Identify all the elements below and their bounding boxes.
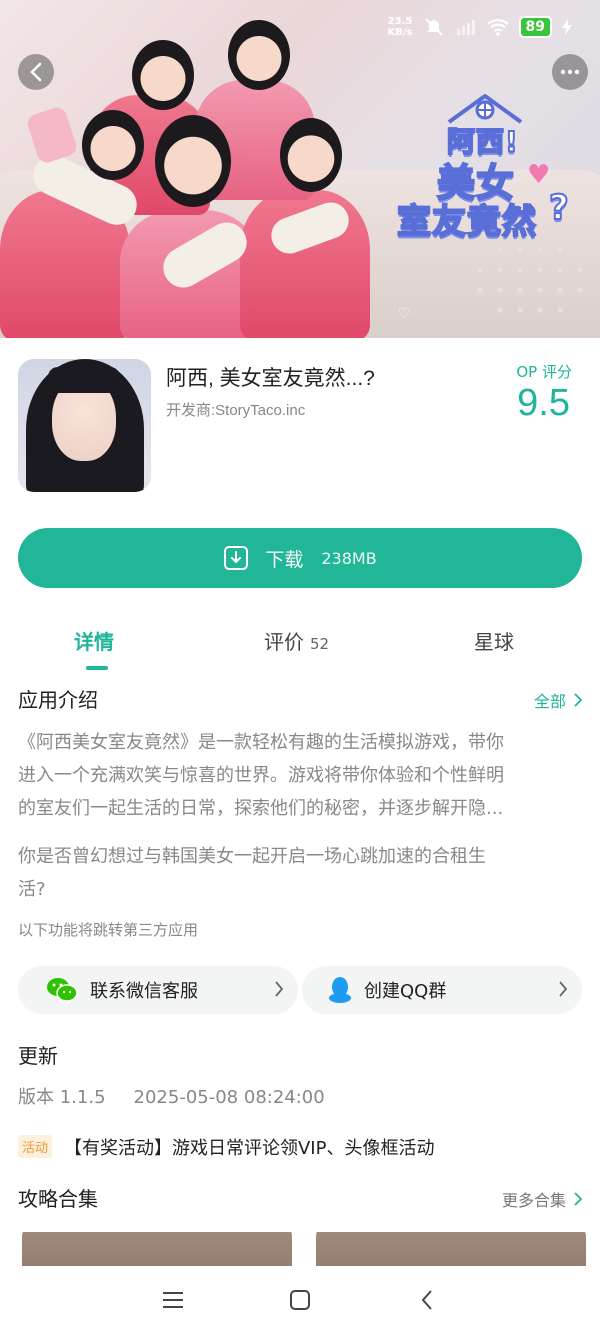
review-count: 52 [310, 635, 330, 653]
wechat-icon [47, 978, 78, 1002]
game-logo: 阿西! 美女 ♥ 室友竟然 ? [393, 94, 583, 246]
qq-icon [329, 977, 351, 1003]
system-nav-bar [0, 1266, 600, 1333]
wifi-icon [486, 19, 509, 36]
more-button[interactable] [552, 54, 588, 90]
bell-muted-icon [424, 18, 443, 36]
banner-figure [155, 115, 231, 207]
app-icon[interactable] [18, 359, 151, 492]
chevron-right-icon [574, 1192, 582, 1206]
status-bar: 23.5 KB/s 89 [0, 0, 600, 60]
version-number: 版本 1.1.5 [18, 1087, 106, 1108]
download-size: 238MB [321, 548, 377, 568]
download-button[interactable]: 下载 238MB [18, 528, 582, 588]
banner-figure [280, 118, 342, 192]
signal-icon [456, 20, 475, 35]
menu-button[interactable] [153, 1280, 193, 1320]
score-label: OP 评分 [516, 363, 572, 381]
chevron-right-icon [574, 693, 582, 707]
tab-indicator [86, 666, 108, 670]
more-dots-icon [560, 69, 580, 75]
back-arrow-icon [421, 1289, 432, 1310]
menu-icon [163, 1291, 184, 1308]
qq-group-button[interactable]: 创建QQ群 [302, 966, 582, 1014]
download-icon [224, 546, 249, 570]
home-button[interactable] [280, 1280, 320, 1320]
guides-title: 攻略合集 [18, 1187, 98, 1211]
intro-all-link[interactable]: 全部 [534, 688, 582, 712]
guides-more-link[interactable]: 更多合集 [502, 1187, 582, 1211]
version-info: 版本 1.1.5 2025-05-08 08:24:00 [18, 1083, 325, 1109]
wechat-service-button[interactable]: 联系微信客服 [18, 966, 298, 1014]
heart-icon: ♥ [527, 160, 551, 190]
nav-back-button[interactable] [407, 1280, 447, 1320]
intro-description: 《阿西美女室友竟然》是一款轻松有趣的生活模拟游戏，带你 进入一个充满欢笑与惊喜的… [18, 732, 504, 819]
event-link[interactable]: 【有奖活动】游戏日常评论领VIP、头像框活动 [64, 1134, 434, 1160]
heart-outline-icon: ♡ [398, 306, 411, 322]
intro-title: 应用介绍 [18, 688, 98, 712]
chevron-right-icon [559, 981, 568, 997]
developer-name[interactable]: 开发商:StoryTaco.inc [166, 399, 305, 420]
camera-prop [25, 105, 79, 165]
download-label: 下载 [265, 548, 304, 571]
update-date: 2025-05-08 08:24:00 [133, 1087, 325, 1108]
home-square-icon [289, 1289, 310, 1310]
battery-indicator: 89 [518, 16, 552, 38]
charging-icon [562, 19, 572, 35]
banner-figure [82, 110, 144, 180]
event-badge: 活动 [18, 1135, 53, 1158]
icon-bangs [48, 367, 120, 393]
chevron-right-icon [275, 981, 284, 997]
tab-reviews[interactable]: 评价 52 [264, 626, 329, 655]
hero-banner: 阿西! 美女 ♥ 室友竟然 ? ♡ 23.5 KB/s 89 [0, 0, 600, 338]
app-title: 阿西, 美女室友竟然...? [166, 367, 375, 390]
network-speed: 23.5 KB/s [387, 16, 413, 38]
banner-dots [470, 240, 590, 320]
logo-line: ? [548, 187, 570, 229]
tab-planet[interactable]: 星球 [474, 626, 514, 655]
score-value: 9.5 [517, 382, 570, 424]
update-title: 更新 [18, 1044, 58, 1068]
tab-details[interactable]: 详情 [74, 626, 114, 655]
third-party-note: 以下功能将跳转第三方应用 [18, 921, 199, 939]
back-button[interactable] [18, 54, 54, 90]
intro-description-2: 你是否曾幻想过与韩国美女一起开启一场心跳加速的合租生 活? [18, 846, 486, 900]
chevron-left-icon [30, 62, 42, 82]
logo-line: 室友竟然 [396, 201, 537, 243]
